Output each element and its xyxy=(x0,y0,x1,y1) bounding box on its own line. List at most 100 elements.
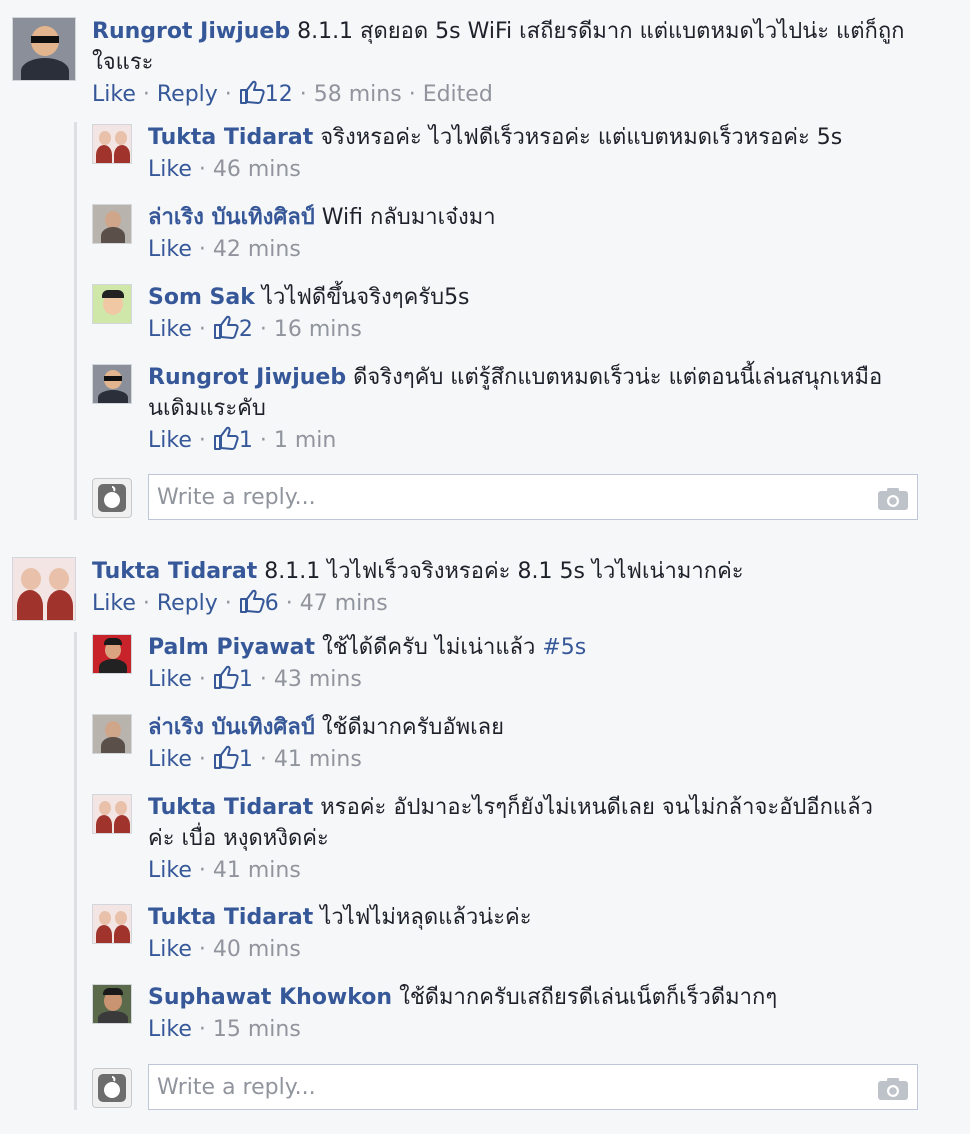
comment-author[interactable]: Tukta Tidarat xyxy=(148,125,313,150)
like-button[interactable]: Like xyxy=(148,747,192,772)
like-button[interactable]: Like xyxy=(148,937,192,962)
like-button[interactable]: Like xyxy=(148,317,192,342)
comment-author[interactable]: Som Sak xyxy=(148,285,255,310)
avatar[interactable] xyxy=(12,17,76,81)
timestamp[interactable]: 46 mins xyxy=(213,157,301,182)
comment-meta: Like · 41 mins xyxy=(148,858,301,883)
like-button[interactable]: Like xyxy=(148,667,192,692)
comment-text-continued: ใจแระ xyxy=(92,50,154,75)
comment-text: ไวไฟไม่หลุดแล้วน่ะค่ะ xyxy=(320,905,532,930)
comment: Tukta Tidarat 8.1.1 ไวไฟเร็วจริงหรอค่ะ 8… xyxy=(92,556,932,619)
timestamp[interactable]: 43 mins xyxy=(274,667,362,692)
like-button[interactable]: Like xyxy=(148,428,192,453)
thumbs-up-icon[interactable] xyxy=(213,745,239,769)
reply-input[interactable] xyxy=(149,476,857,518)
comment-author[interactable]: Suphawat Khowkon xyxy=(148,985,392,1010)
comment-text: 8.1.1 สุดยอด 5s WiFi เสถียรดีมาก แต่แบตห… xyxy=(297,19,905,44)
reply-button[interactable]: Reply xyxy=(157,591,218,616)
comment-meta: Like · 46 mins xyxy=(148,157,301,182)
comment-text: ดีจริงๆคับ แต่รู้สึกแบตหมดเร็วน่ะ แต่ตอน… xyxy=(353,365,883,390)
camera-icon[interactable] xyxy=(877,1077,909,1101)
reply-comment: Suphawat Khowkon ใช้ดีมากครับเสถียรดีเล่… xyxy=(148,982,938,1045)
like-button[interactable]: Like xyxy=(92,591,136,616)
my-avatar-icon xyxy=(92,1068,132,1108)
thumbs-up-icon[interactable] xyxy=(213,315,239,339)
comment-text: ไวไฟดีขึ้นจริงๆครับ5s xyxy=(261,285,470,310)
like-count[interactable]: 1 xyxy=(239,747,253,772)
like-count[interactable]: 12 xyxy=(265,82,293,107)
comment-author[interactable]: ล่าเริง บันเทิงศิลป์ xyxy=(148,715,315,740)
like-button[interactable]: Like xyxy=(148,157,192,182)
camera-icon[interactable] xyxy=(877,487,909,511)
like-button[interactable]: Like xyxy=(92,82,136,107)
comment-author[interactable]: Tukta Tidarat xyxy=(148,795,313,820)
comment-meta: Like · 1 · 1 min xyxy=(148,426,337,453)
reply-comment: Tukta Tidarat หรอค่ะ อัปมาอะไรๆก็ยังไม่เ… xyxy=(148,792,938,886)
like-count[interactable]: 6 xyxy=(265,591,279,616)
comment-author[interactable]: Tukta Tidarat xyxy=(92,559,257,584)
comment-author[interactable]: Palm Piyawat xyxy=(148,635,315,660)
reply-comment: Som Sak ไวไฟดีขึ้นจริงๆครับ5s Like · 2 ·… xyxy=(148,282,938,345)
avatar[interactable] xyxy=(92,794,132,834)
reply-button[interactable]: Reply xyxy=(157,82,218,107)
edited-label[interactable]: Edited xyxy=(423,82,493,107)
thumbs-up-icon[interactable] xyxy=(239,80,265,104)
comment-meta: Like · 40 mins xyxy=(148,937,301,962)
thumbs-up-icon[interactable] xyxy=(213,426,239,450)
comment-meta: Like · Reply · 6 · 47 mins xyxy=(92,589,388,616)
comment-text: ใช้ได้ดีครับ ไม่เน่าแล้ว xyxy=(322,635,536,660)
reply-composer[interactable] xyxy=(148,474,918,520)
comment-author[interactable]: ล่าเริง บันเทิงศิลป์ xyxy=(148,205,315,230)
my-avatar-icon xyxy=(92,478,132,518)
avatar[interactable] xyxy=(92,364,132,404)
reply-comment: ล่าเริง บันเทิงศิลป์ ใช้ดีมากครับอัพเลย … xyxy=(148,712,938,775)
like-count[interactable]: 1 xyxy=(239,667,253,692)
timestamp[interactable]: 15 mins xyxy=(213,1017,301,1042)
avatar[interactable] xyxy=(92,204,132,244)
like-button[interactable]: Like xyxy=(148,858,192,883)
comment-author[interactable]: Tukta Tidarat xyxy=(148,905,313,930)
comment-author[interactable]: Rungrot Jiwjueb xyxy=(92,19,290,44)
comment-meta: Like · 2 · 16 mins xyxy=(148,315,362,342)
comment-text: ใช้ดีมากครับเสถียรดีเล่นเน็ตก็เร็วดีมากๆ xyxy=(399,985,778,1010)
reply-comment: Tukta Tidarat ไวไฟไม่หลุดแล้วน่ะค่ะ Like… xyxy=(148,902,938,965)
comment-meta: Like · 15 mins xyxy=(148,1017,301,1042)
comment: Rungrot Jiwjueb 8.1.1 สุดยอด 5s WiFi เสถ… xyxy=(92,16,932,110)
comment-text: ใช้ดีมากครับอัพเลย xyxy=(321,715,505,740)
comment-author[interactable]: Rungrot Jiwjueb xyxy=(148,365,346,390)
avatar[interactable] xyxy=(92,124,132,164)
avatar[interactable] xyxy=(12,557,76,621)
avatar[interactable] xyxy=(92,714,132,754)
timestamp[interactable]: 58 mins xyxy=(314,82,402,107)
like-count[interactable]: 1 xyxy=(239,428,253,453)
timestamp[interactable]: 1 min xyxy=(274,428,336,453)
reply-thread-line xyxy=(74,632,77,1110)
timestamp[interactable]: 16 mins xyxy=(274,317,362,342)
avatar[interactable] xyxy=(92,904,132,944)
avatar[interactable] xyxy=(92,984,132,1024)
timestamp[interactable]: 40 mins xyxy=(213,937,301,962)
reply-comment: ล่าเริง บันเทิงศิลป์ Wifi กลับมาเจ๋งมา L… xyxy=(148,202,938,265)
like-button[interactable]: Like xyxy=(148,1017,192,1042)
avatar[interactable] xyxy=(92,634,132,674)
reply-comment: Palm Piyawat ใช้ได้ดีครับ ไม่เน่าแล้ว #5… xyxy=(148,632,938,695)
avatar[interactable] xyxy=(92,284,132,324)
thumbs-up-icon[interactable] xyxy=(213,665,239,689)
reply-input[interactable] xyxy=(149,1066,857,1108)
comment-meta: Like · 1 · 43 mins xyxy=(148,665,362,692)
timestamp[interactable]: 41 mins xyxy=(213,858,301,883)
thumbs-up-icon[interactable] xyxy=(239,589,265,613)
comment-text: หรอค่ะ อัปมาอะไรๆก็ยังไม่เหนดีเลย จนไม่ก… xyxy=(320,795,873,820)
comment-text-continued: นเดิมแระคับ xyxy=(148,396,266,421)
comment-text: Wifi กลับมาเจ๋งมา xyxy=(321,205,496,230)
comment-meta: Like · 42 mins xyxy=(148,237,301,262)
like-count[interactable]: 2 xyxy=(239,317,253,342)
timestamp[interactable]: 42 mins xyxy=(213,237,301,262)
reply-composer[interactable] xyxy=(148,1064,918,1110)
like-button[interactable]: Like xyxy=(148,237,192,262)
comment-text: จริงหรอค่ะ ไวไฟดีเร็วหรอค่ะ แต่แบตหมดเร็… xyxy=(320,125,843,150)
hashtag-link[interactable]: #5s xyxy=(542,635,586,660)
comment-text-continued: ค่ะ เบื่อ หงุดหงิดค่ะ xyxy=(148,826,329,851)
timestamp[interactable]: 41 mins xyxy=(274,747,362,772)
timestamp[interactable]: 47 mins xyxy=(300,591,388,616)
